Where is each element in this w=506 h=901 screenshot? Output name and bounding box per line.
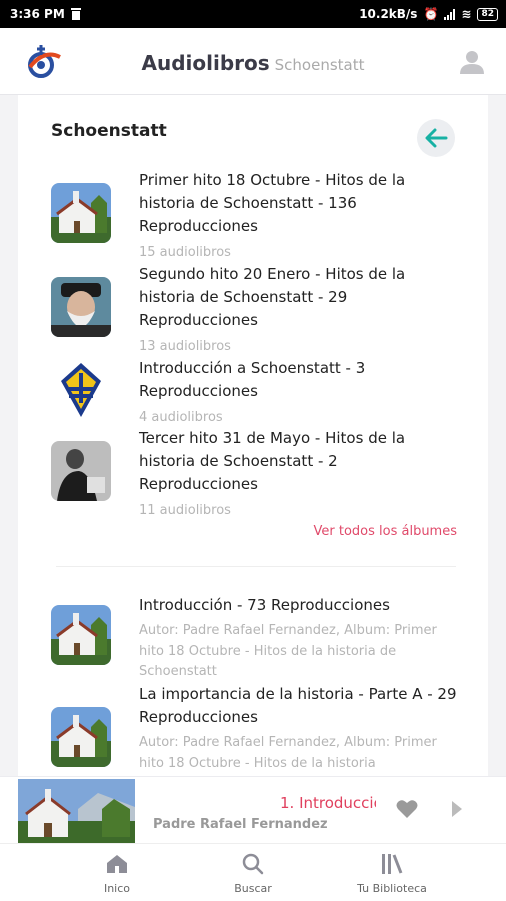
track-meta: Autor: Padre Rafael Fernandez, Album: Pr…: [139, 623, 437, 679]
search-icon: [242, 853, 264, 875]
album-count: 13 audiolibros: [139, 339, 231, 354]
mini-player[interactable]: 1. Introducción Padre Rafael Fernandez: [0, 776, 506, 843]
track-title[interactable]: La importancia de la historia - Parte A …: [139, 683, 459, 729]
album-count: 15 audiolibros: [139, 245, 231, 260]
album-count: 11 audiolibros: [139, 503, 231, 518]
wifi-icon: ≋: [461, 7, 472, 21]
bottom-navigation: Inico Buscar Tu Biblioteca: [0, 843, 506, 901]
play-icon[interactable]: [452, 801, 462, 817]
content-card: Schoenstatt Primer hito 18 Octubre - Hit…: [18, 95, 488, 795]
heart-icon[interactable]: [396, 799, 418, 819]
album-thumbnail-portrait[interactable]: [51, 277, 111, 337]
network-speed: 10.2kB/s: [359, 7, 418, 21]
player-track-title[interactable]: 1. Introducción: [280, 794, 376, 812]
page-title-main: Audiolibros: [141, 51, 270, 75]
album-count: 4 audiolibros: [139, 410, 223, 425]
track-thumbnail[interactable]: [51, 605, 111, 665]
battery-indicator: 82: [477, 7, 498, 21]
album-title[interactable]: Introducción a Schoenstatt - 3 Reproducc…: [139, 357, 459, 403]
album-thumbnail-bw-photo[interactable]: [51, 441, 111, 501]
player-author: Padre Rafael Fernandez: [153, 817, 328, 832]
alarm-icon: ⏰: [423, 7, 439, 21]
arrow-left-icon: [425, 128, 448, 148]
album-title[interactable]: Primer hito 18 Octubre - Hitos de la his…: [139, 169, 459, 238]
album-title[interactable]: Tercer hito 31 de Mayo - Hitos de la his…: [139, 427, 459, 496]
album-thumbnail-emblem[interactable]: [51, 359, 111, 419]
section-divider: [56, 566, 456, 567]
status-time: 3:36 PM: [10, 7, 65, 21]
signal-icon: [444, 8, 456, 20]
library-icon: [382, 854, 403, 874]
nav-library[interactable]: Tu Biblioteca: [332, 852, 452, 895]
home-icon: [107, 855, 127, 873]
app-bar: Audiolibros Schoenstatt: [0, 28, 506, 95]
section-title: Schoenstatt: [51, 121, 167, 141]
track-meta: Autor: Padre Rafael Fernandez, Album: Pr…: [139, 735, 437, 771]
nav-home-label: Inico: [103, 882, 131, 895]
album-title[interactable]: Segundo hito 20 Enero - Hitos de la hist…: [139, 263, 459, 332]
see-all-albums-link[interactable]: Ver todos los álbumes: [314, 524, 458, 539]
back-button[interactable]: [417, 119, 455, 157]
page-title: Audiolibros Schoenstatt: [0, 51, 506, 75]
status-bar: 3:36 PM 10.2kB/s ⏰ ≋ 82: [0, 0, 506, 28]
user-icon[interactable]: [460, 50, 484, 74]
track-thumbnail[interactable]: [51, 707, 111, 767]
nav-library-label: Tu Biblioteca: [357, 882, 427, 895]
player-thumbnail[interactable]: [18, 779, 135, 843]
track-title[interactable]: Introducción - 73 Reproducciones: [139, 594, 459, 617]
nav-home[interactable]: Inico: [57, 852, 177, 895]
trash-icon: [70, 8, 81, 20]
album-thumbnail-chapel[interactable]: [51, 183, 111, 243]
page-title-sub: Schoenstatt: [274, 56, 365, 74]
nav-search-label: Buscar: [234, 882, 272, 895]
nav-search[interactable]: Buscar: [193, 852, 313, 895]
